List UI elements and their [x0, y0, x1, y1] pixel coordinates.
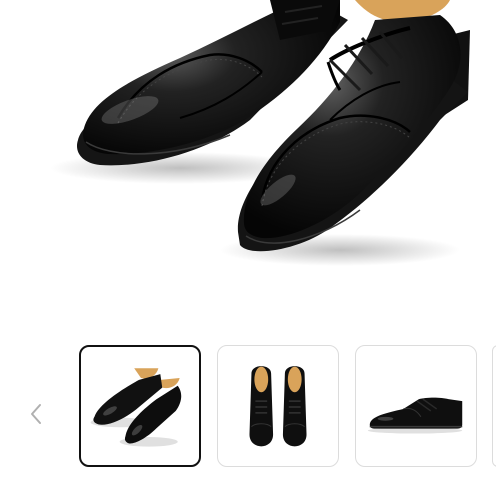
- thumbnail-2[interactable]: [217, 345, 339, 467]
- product-gallery: [0, 0, 496, 496]
- chevron-left-icon: [31, 404, 41, 424]
- thumbnail-3[interactable]: [355, 345, 477, 467]
- black-wingtip-brogue-pair-front-view-icon: [50, 0, 470, 266]
- shoe-side-view-icon: [367, 397, 463, 434]
- thumbnail-1[interactable]: [79, 345, 201, 467]
- shoe-pair-angled-view-icon: [90, 368, 182, 447]
- prev-image-button[interactable]: [24, 398, 48, 430]
- thumbnail-4-partial[interactable]: [492, 345, 496, 467]
- shoe-pair-top-view-icon: [249, 366, 307, 447]
- main-product-image: [0, 0, 496, 300]
